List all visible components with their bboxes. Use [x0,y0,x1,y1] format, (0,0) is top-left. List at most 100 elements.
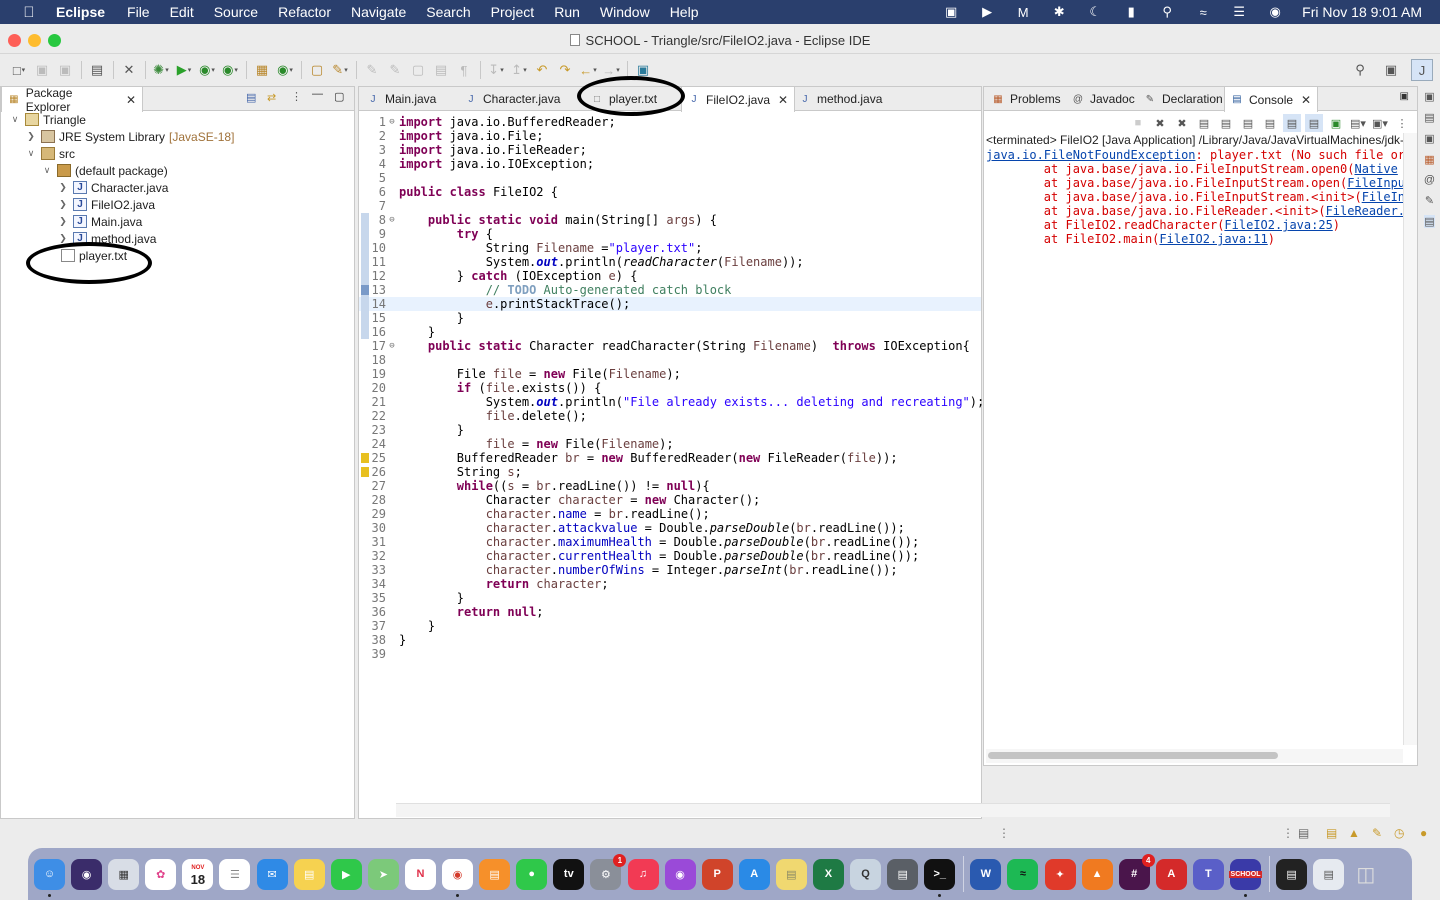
maximize-icon[interactable]: ▢ [334,90,344,103]
outline-icon[interactable]: ▤ [1424,111,1434,124]
console-horizontal-scrollbar[interactable] [986,749,1403,763]
teams-icon[interactable]: T [1192,858,1224,890]
code-line[interactable]: 11 System.out.println(readCharacter(File… [359,255,981,269]
terminal-icon[interactable]: ▤ [86,59,108,81]
reminders-icon[interactable]: ☰ [219,858,251,890]
word-icon[interactable]: W [970,858,1002,890]
code-line[interactable]: 34 return character; [359,577,981,591]
previous-annotation-icon[interactable]: ↥ ▾ [508,59,530,81]
hot-app-icon[interactable]: ▲ [1081,858,1113,890]
java-perspective-icon[interactable]: J [1411,59,1433,81]
apple-menu-icon[interactable]:  [20,4,38,21]
powerpoint-icon[interactable]: P [701,858,733,890]
tree-item[interactable]: ❯ J Main.java [57,213,142,230]
fold-toggle-icon[interactable]: ⊖ [387,339,397,353]
declaration-icon[interactable]: ✎ [1425,194,1434,207]
restore-icon[interactable]: ▣ [1424,90,1434,103]
show-on-output-icon[interactable]: ▤ [1239,114,1257,132]
skip-breakpoints-icon[interactable]: ✕ [118,59,140,81]
menu-file[interactable]: File [127,4,150,20]
code-line[interactable]: 10 String Filename ="player.txt"; [359,241,981,255]
collapse-all-icon[interactable]: ▤ [246,91,256,104]
search-icon[interactable]: ⚲ [1349,59,1371,81]
code-line[interactable]: 3 import java.io.FileReader; [359,143,981,157]
console-output[interactable]: <terminated> FileIO2 [Java Application] … [986,133,1403,745]
code-line[interactable]: 35 } [359,591,981,605]
code-line[interactable]: 31 character.maximumHealth = Double.pars… [359,535,981,549]
fold-toggle-icon[interactable]: ⊖ [387,115,397,129]
excel-icon[interactable]: X [812,858,844,890]
new-java-package-icon[interactable]: ▦ [251,59,273,81]
stack-frame-link[interactable]: FileReader. [1326,204,1403,218]
stack-frame-link[interactable]: FileIO2.java:11 [1159,232,1267,246]
code-line[interactable]: 7 [359,199,981,213]
code-line[interactable]: 6 public class FileIO2 { [359,185,981,199]
code-line[interactable]: 4 import java.io.IOException; [359,157,981,171]
calendar-icon[interactable]: NOV 18 [182,858,214,890]
screen-recorder-icon[interactable]: ▤ [1276,858,1308,890]
code-line[interactable]: 9 try { [359,227,981,241]
code-line[interactable]: 2 import java.io.File; [359,129,981,143]
system-preferences-icon[interactable]: ⚙ 1 [590,853,627,890]
news-icon[interactable]: N [404,858,436,890]
chevron-right-icon[interactable]: ❯ [25,131,37,142]
code-area[interactable]: 1 ⊖ import java.io.BufferedReader; 2 import … [359,112,984,818]
malwarebytes-icon[interactable]: M [1014,5,1032,20]
back-icon[interactable]: ← ▾ [577,59,599,81]
trash-icon[interactable]: ◫ [1350,859,1381,890]
terminate-icon[interactable]: ■ [1129,114,1147,132]
view-menu-icon[interactable]: ⋮ [291,90,302,103]
problems-icon[interactable]: ▦ [1424,153,1434,166]
search-wand-icon[interactable]: ✎ ▾ [329,59,351,81]
external-tools-icon[interactable]: ◉ ▾ [219,59,241,81]
open-type-icon[interactable]: ▢ [306,59,328,81]
siri-icon[interactable]: ◉ [1266,4,1284,19]
code-line[interactable]: 25 BufferedReader br = new BufferedReade… [359,451,981,465]
stack-frame-link[interactable]: FileIn [1362,190,1403,204]
finder-icon[interactable]: ☺ [34,858,65,897]
pin-console-icon[interactable]: ▤ [1283,114,1301,132]
menu-run[interactable]: Run [554,4,580,20]
code-line[interactable]: 33 character.numberOfWins = Integer.pars… [359,563,981,577]
close-icon[interactable]: ✕ [126,93,136,107]
stickies-icon[interactable]: ▤ [775,858,807,890]
code-line[interactable]: 23 } [359,423,981,437]
music-icon[interactable]: ♫ [627,858,659,890]
code-line[interactable]: 30 character.attackvalue = Double.parseD… [359,521,981,535]
tasks-icon[interactable]: ▤ [1298,826,1309,840]
code-line[interactable]: 26 String s; [359,465,981,479]
code-line[interactable]: 13 // TODO Auto-generated catch block [359,283,981,297]
code-line[interactable]: 19 File file = new File(Filename); [359,367,981,381]
console-icon[interactable]: ▤ [1424,215,1435,228]
menu-window[interactable]: Window [600,4,650,20]
fold-toggle-icon[interactable]: ⊖ [387,213,397,227]
debug-icon[interactable]: ✺ ▾ [150,59,172,81]
battery-icon[interactable]: ▮ [1122,4,1140,19]
display-selected-console-icon[interactable]: ▤ [1305,114,1323,132]
messages-icon[interactable]: ● [516,858,548,890]
anydesk-icon[interactable]: ✦ [1044,858,1076,890]
code-line[interactable]: 24 file = new File(Filename); [359,437,981,451]
run-icon[interactable]: ▶ ▾ [173,59,195,81]
forward-edit-icon[interactable]: ↷ [554,59,576,81]
open-console-icon[interactable]: ▣ [1327,114,1345,132]
word-wrap-icon[interactable]: ▤ [430,59,452,81]
play-circle-icon[interactable]: ▶ [978,4,996,19]
apple-tv-icon[interactable]: tv [553,858,585,890]
chevron-down-icon[interactable]: ∨ [25,148,37,159]
warning-icon[interactable] [361,453,369,463]
pencil-icon[interactable]: ✎ [1372,826,1382,840]
new-wizard-icon[interactable]: □ ▾ [8,59,30,81]
code-line[interactable]: 27 while((s = br.readLine()) != null){ [359,479,981,493]
code-line[interactable]: 20 if (file.exists()) { [359,381,981,395]
console-vertical-scrollbar[interactable] [1403,133,1417,745]
last-edit-location-icon[interactable]: ↶ [531,59,553,81]
code-line[interactable]: 15 } [359,311,981,325]
code-line[interactable]: 36 return null; [359,605,981,619]
minimize-icon[interactable]: — [312,88,323,100]
warning-icon[interactable] [361,467,369,477]
maps-icon[interactable]: ➤ [367,858,399,890]
next-annotation-icon[interactable]: ↧ ▾ [485,59,507,81]
show-on-error-icon[interactable]: ▤ [1261,114,1279,132]
chrome-icon[interactable]: ◉ [442,858,474,897]
